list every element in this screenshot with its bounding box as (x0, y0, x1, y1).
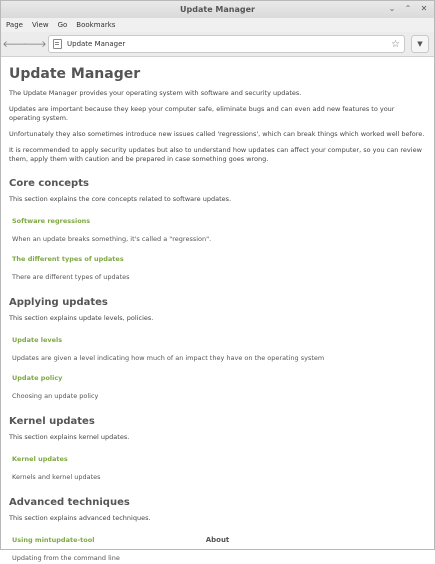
link-description: Updates are given a level indicating how… (12, 354, 325, 362)
link-description: Choosing an update policy (12, 392, 99, 400)
link-description: Updating from the command line (12, 554, 120, 562)
maximize-icon[interactable]: ⌃ (403, 4, 413, 14)
section-heading-kernel-updates: Kernel updates (9, 416, 95, 427)
link-software-regressions[interactable]: Software regressions (12, 217, 426, 226)
location-text: Update Manager (67, 40, 126, 48)
link-update-policy[interactable]: Update policy (12, 374, 426, 383)
close-icon[interactable]: ✕ (419, 4, 429, 14)
window-controls: ⌄ ⌃ ✕ (387, 4, 429, 14)
link-kernel-updates[interactable]: Kernel updates (12, 455, 426, 464)
section-description: This section explains kernel updates. (9, 433, 130, 441)
help-window: Update Manager ⌄ ⌃ ✕ Page View Go Bookma… (0, 0, 435, 562)
topic-link-block: Update policy Choosing an update policy (12, 374, 426, 402)
bookmark-star-icon[interactable]: ☆ (391, 39, 400, 50)
toolbar: 🡐 🡒 Update Manager ☆ ▼ (1, 32, 434, 57)
section-description: This section explains the core concepts … (9, 195, 232, 203)
menu-go[interactable]: Go (58, 21, 68, 29)
menu-bookmarks[interactable]: Bookmarks (76, 21, 115, 29)
intro-paragraph: The Update Manager provides your operati… (9, 89, 302, 97)
page-title: Update Manager (9, 66, 141, 82)
topic-link-block: Kernel updates Kernels and kernel update… (12, 455, 426, 483)
menu-dropdown-icon[interactable]: ▼ (411, 35, 429, 53)
location-bar[interactable]: Update Manager ☆ (48, 35, 405, 53)
title-bar[interactable]: Update Manager ⌄ ⌃ ✕ (1, 1, 434, 18)
topic-link-block: The different types of updates There are… (12, 255, 426, 283)
section-heading-applying-updates: Applying updates (9, 297, 108, 308)
intro-paragraph: Unfortunately they also sometimes introd… (9, 130, 425, 138)
window-title: Update Manager (180, 5, 255, 14)
menu-page[interactable]: Page (6, 21, 23, 29)
back-arrow-icon[interactable]: 🡐 (2, 36, 26, 52)
forward-arrow-icon[interactable]: 🡒 (22, 36, 46, 52)
topic-link-block: Update levels Updates are given a level … (12, 336, 426, 364)
section-heading-core-concepts: Core concepts (9, 178, 89, 189)
menu-bar: Page View Go Bookmarks (1, 18, 434, 32)
link-description: When an update breaks something, it's ca… (12, 235, 212, 243)
document-icon (53, 39, 62, 49)
link-description: There are different types of updates (12, 273, 130, 281)
menu-view[interactable]: View (32, 21, 49, 29)
link-types-of-updates[interactable]: The different types of updates (12, 255, 426, 264)
section-description: This section explains advanced technique… (9, 514, 151, 522)
section-heading-advanced-techniques: Advanced techniques (9, 497, 130, 508)
section-description: This section explains update levels, pol… (9, 314, 154, 322)
page-content: Update Manager The Update Manager provid… (1, 57, 434, 564)
topic-link-block: Software regressions When an update brea… (12, 217, 426, 245)
intro-paragraph: It is recommended to apply security upda… (9, 146, 422, 163)
minimize-icon[interactable]: ⌄ (387, 4, 397, 14)
link-update-levels[interactable]: Update levels (12, 336, 426, 345)
link-description: Kernels and kernel updates (12, 473, 101, 481)
intro-paragraph: Updates are important because they keep … (9, 105, 395, 122)
about-link[interactable]: About (1, 536, 434, 544)
